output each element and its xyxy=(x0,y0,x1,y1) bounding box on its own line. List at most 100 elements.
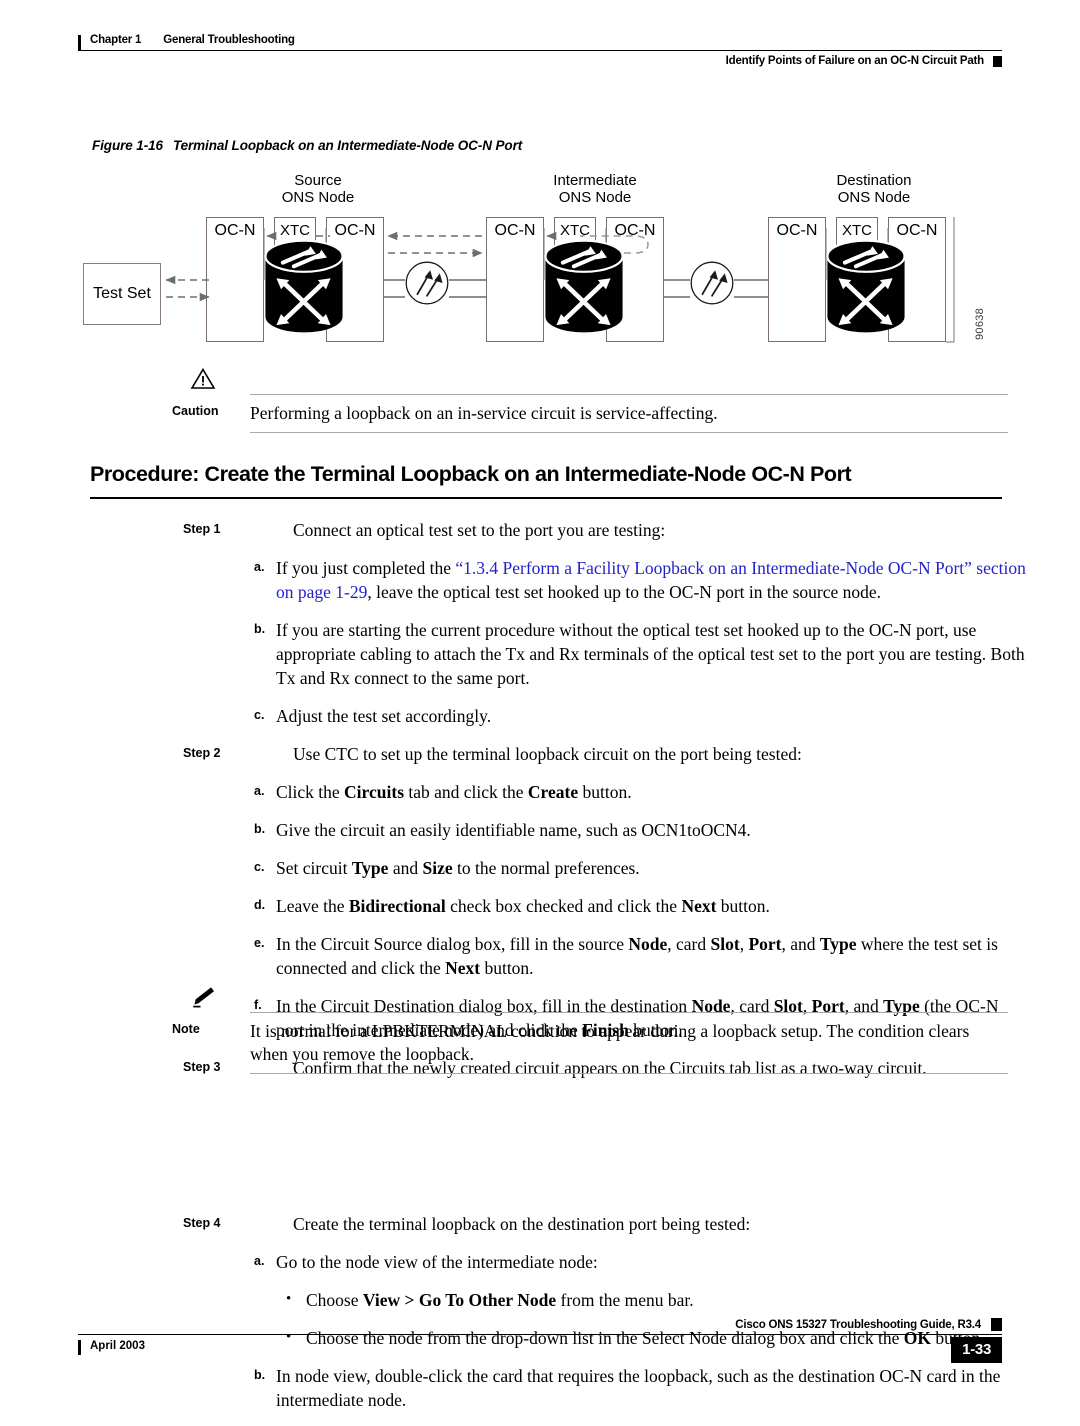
bullet-text: Choose View > Go To Other Node from the … xyxy=(306,1288,1080,1312)
pencil-icon xyxy=(190,985,218,1014)
step-row: Step 4 Create the terminal loopback on th… xyxy=(0,1212,1080,1236)
substep-text: Leave the Bidirectional check box checke… xyxy=(276,894,1080,918)
substep-run: In node view, double-click the card that… xyxy=(276,1366,1001,1410)
source-xtc-drum-icon xyxy=(265,241,342,333)
substep-row: d. Leave the Bidirectional check box chec… xyxy=(0,894,1080,918)
step-label: Step 4 xyxy=(183,1216,221,1230)
note-rule-bottom xyxy=(250,1073,1008,1074)
destination-xtc-drum-icon xyxy=(827,241,904,333)
header-square-marker xyxy=(993,55,1002,67)
substep-marker: a. xyxy=(254,784,265,798)
substep-run: Go to the node view of the intermediate … xyxy=(276,1252,598,1272)
substep-text: If you just completed the “1.3.4 Perform… xyxy=(276,556,1080,604)
bullet-run: from the menu bar. xyxy=(556,1290,694,1310)
substep-row: b. In node view, double-click the card th… xyxy=(0,1364,1080,1412)
substep-text: Click the Circuits tab and click the Cre… xyxy=(276,780,1080,804)
substep-bold-run: Bidirectional xyxy=(348,896,446,916)
bullet-run: Choose xyxy=(306,1290,363,1310)
substep-text: Set circuit Type and Size to the normal … xyxy=(276,856,1080,880)
substep-run: button. xyxy=(716,896,770,916)
substep-run: button. xyxy=(480,958,534,978)
figure-diagram: Source ONS Node Intermediate ONS Node De… xyxy=(78,168,1002,363)
substep-bold-run: Create xyxy=(527,782,579,802)
header-running-head-row: Identify Points of Failure on an OC-N Ci… xyxy=(78,55,1002,67)
intermediate-xtc-drum-icon xyxy=(545,241,622,333)
caution-rule-top xyxy=(250,394,1008,395)
caution-text: Performing a loopback on an in-service c… xyxy=(250,403,718,423)
substep-bold-run: Node xyxy=(628,934,668,954)
substep-text: Adjust the test set accordingly. xyxy=(276,704,1080,728)
substep-run: Adjust the test set accordingly. xyxy=(276,706,492,726)
step-row: Step 2 Use CTC to set up the terminal loo… xyxy=(0,742,1080,766)
note-label: Note xyxy=(172,1022,200,1036)
warning-triangle-icon xyxy=(190,367,216,396)
note-icon-row xyxy=(172,985,1008,1014)
note-block: Note It is normal for a LPBKTERMINAL con… xyxy=(172,985,1008,1074)
bullet-bold-run: View > Go To Other Node xyxy=(362,1290,557,1310)
header-chapter-row: Chapter 1 General Troubleshooting xyxy=(78,34,1002,50)
substep-text: Give the circuit an easily identifiable … xyxy=(276,818,1080,842)
figure-title: Terminal Loopback on an Intermediate-Nod… xyxy=(172,138,523,153)
substep-marker: a. xyxy=(254,560,265,574)
substep-row: a. Click the Circuits tab and click the C… xyxy=(0,780,1080,804)
substep-run: button. xyxy=(578,782,632,802)
substep-run: tab and click the xyxy=(404,782,528,802)
substep-run: , card xyxy=(667,934,711,954)
footer-date: April 2003 xyxy=(90,1340,145,1353)
caution-label: Caution xyxy=(172,404,219,418)
step-text: Use CTC to set up the terminal loopback … xyxy=(293,744,802,764)
diagram-overlay xyxy=(165,217,955,343)
note-spacer xyxy=(0,1094,1080,1212)
substep-run: If you just completed the xyxy=(276,558,456,578)
substep-run: to the normal preferences. xyxy=(452,858,640,878)
header-chapter: Chapter 1 xyxy=(90,34,142,46)
substep-bold-run: Next xyxy=(681,896,717,916)
optical-amplifier-icon-1 xyxy=(405,261,449,305)
figure-caption: Figure 1-16 Terminal Loopback on an Inter… xyxy=(92,138,522,153)
caution-block: Caution Performing a loopback on an in-s… xyxy=(172,367,1008,433)
substep-bold-run: Size xyxy=(422,858,453,878)
page-number-badge: 1-33 xyxy=(951,1337,1002,1363)
footer-square-marker xyxy=(991,1318,1002,1331)
substep-marker: c. xyxy=(254,708,265,722)
substep-row: c. Set circuit Type and Size to the norma… xyxy=(0,856,1080,880)
substep-run: If you are starting the current procedur… xyxy=(276,620,1025,688)
substep-marker: a. xyxy=(254,1254,265,1268)
substep-bold-run: Next xyxy=(445,958,481,978)
substep-bold-run: Port xyxy=(748,934,782,954)
substep-bold-run: Type xyxy=(351,858,389,878)
substep-row: c. Adjust the test set accordingly. xyxy=(0,704,1080,728)
step-label: Step 2 xyxy=(183,746,221,760)
substep-text: Go to the node view of the intermediate … xyxy=(276,1250,1080,1274)
substep-marker: b. xyxy=(254,1368,266,1382)
bullet-marker-icon: • xyxy=(286,1291,292,1307)
substep-row: a. If you just completed the “1.3.4 Perfo… xyxy=(0,556,1080,604)
substep-marker: b. xyxy=(254,822,266,836)
substep-marker: e. xyxy=(254,936,265,950)
footer-guide-row: Cisco ONS 15327 Troubleshooting Guide, R… xyxy=(78,1318,1002,1331)
substep-text: In node view, double-click the card that… xyxy=(276,1364,1080,1412)
figure-number: Figure 1-16 xyxy=(92,138,163,153)
substep-run: and xyxy=(388,858,423,878)
substep-run: Click the xyxy=(276,782,345,802)
footer-rule xyxy=(78,1334,1002,1336)
figure-art-id: 90638 xyxy=(974,307,986,340)
footer-date-row: April 2003 xyxy=(78,1340,1002,1356)
step-label: Step 1 xyxy=(183,522,221,536)
substep-bold-run: Slot xyxy=(710,934,740,954)
substep-run: , and xyxy=(781,934,820,954)
optical-amplifier-icon-2 xyxy=(690,261,734,305)
substep-marker: b. xyxy=(254,622,266,636)
page-header: Chapter 1 General Troubleshooting Identi… xyxy=(78,34,1002,67)
footer-left-bar xyxy=(78,1340,81,1356)
footer-guide-title: Cisco ONS 15327 Troubleshooting Guide, R… xyxy=(735,1318,981,1331)
header-left-bar xyxy=(78,35,81,50)
substep-run: Set circuit xyxy=(276,858,352,878)
note-body: Note It is normal for a LPBKTERMINAL con… xyxy=(172,1014,1008,1066)
substep-text: In the Circuit Source dialog box, fill i… xyxy=(276,932,1080,980)
step-text: Connect an optical test set to the port … xyxy=(293,520,666,540)
substep-marker: d. xyxy=(254,898,266,912)
substep-row: b. Give the circuit an easily identifiabl… xyxy=(0,818,1080,842)
note-text: It is normal for a LPBKTERMINAL conditio… xyxy=(250,1021,970,1064)
substep-bold-run: Type xyxy=(819,934,857,954)
